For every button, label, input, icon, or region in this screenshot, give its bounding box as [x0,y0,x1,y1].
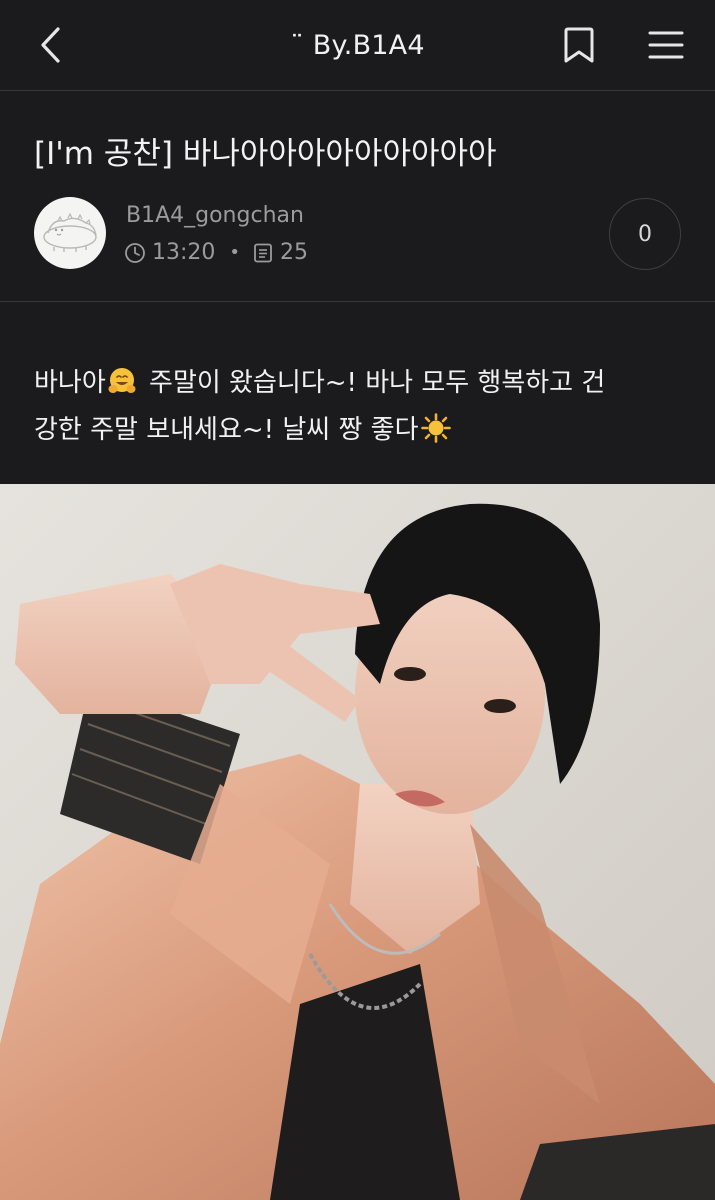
portrait-photo [0,484,715,1200]
menu-button[interactable] [643,22,689,68]
view-count: 25 [280,240,309,265]
post-time: 13:20 [152,240,216,265]
meta-separator: • [229,242,241,263]
hamburger-menu-icon [648,31,684,59]
comment-count: 0 [638,221,652,247]
body-text-part: 강한 주말 보내세요~! 날씨 짱 좋다 [34,415,419,445]
body-text-part: 바나아 [34,368,106,398]
bookmark-icon [564,27,594,63]
bookmark-button[interactable] [556,22,602,68]
post-body: 바나아 주말이 왔습니다~! 바나 모두 행복하고 건 강한 주말 보내세요~!… [34,360,684,454]
top-bar: ¨ By.B1A4 [0,0,715,90]
avatar[interactable] [34,197,106,269]
hugging-face-emoji [108,368,136,393]
views-icon [254,243,272,262]
header-divider [0,90,715,91]
clock-icon [125,242,145,263]
post-photo[interactable] [0,484,715,1200]
board-title: ¨ By.B1A4 [290,30,425,61]
author-name[interactable]: B1A4_gongchan [126,203,304,228]
meta-divider [0,301,715,302]
sun-emoji [420,413,451,443]
post-meta: 13:20 • 25 [124,240,308,265]
body-text-part: 주말이 왔습니다~! 바나 모두 행복하고 건 [140,368,606,398]
post-title: [I'm 공찬] 바나아아아아아아아아아 [34,136,497,172]
dinosaur-doodle-icon [43,212,97,252]
comment-count-button[interactable]: 0 [609,198,681,270]
